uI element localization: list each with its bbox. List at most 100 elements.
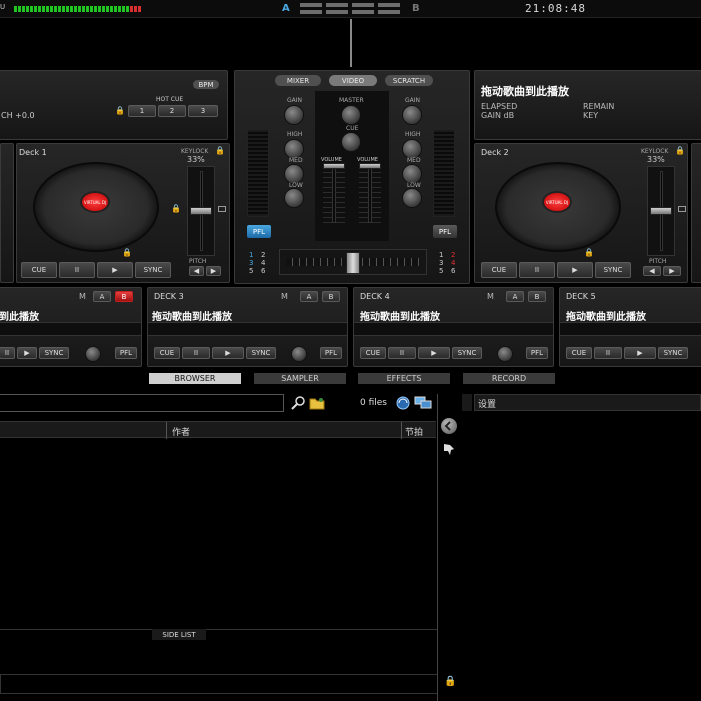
mini-deck-0-sync-button[interactable]: SYNC — [39, 347, 69, 359]
crossfader-knob[interactable] — [346, 252, 360, 274]
mini-deck-4-b-button[interactable]: B — [528, 291, 546, 302]
mini-deck-0-m[interactable]: M — [79, 292, 86, 301]
deck-select-right[interactable]: 12 34 56 — [439, 251, 463, 275]
waveform-area[interactable] — [0, 19, 701, 67]
pfl-right-button[interactable]: PFL — [433, 225, 457, 238]
deck-num-left-4[interactable]: 4 — [261, 259, 273, 267]
pitch-down-button-right[interactable]: ◀ — [643, 266, 661, 276]
search-input[interactable] — [0, 394, 284, 412]
sync-refresh-icon[interactable] — [395, 395, 411, 411]
hot-cue-3[interactable]: 3 — [188, 105, 218, 117]
pitch-slider-track[interactable] — [187, 166, 215, 256]
master-knob[interactable] — [341, 105, 361, 125]
deck-1-sync-button[interactable]: SYNC — [135, 262, 171, 278]
mini-deck-0-a-button[interactable]: A — [93, 291, 111, 302]
deck-2-cue-button[interactable]: CUE — [481, 262, 517, 278]
folder-icon[interactable] — [309, 396, 325, 410]
pitch-slider-knob-right[interactable] — [650, 207, 672, 215]
browser-lock-icon[interactable]: 🔒 — [444, 676, 456, 687]
mini-deck-4-pause-button[interactable]: II — [388, 347, 416, 359]
hot-cue-2[interactable]: 2 — [158, 105, 186, 117]
deck-num-right-6[interactable]: 6 — [451, 267, 463, 275]
mini-deck-0-play-button[interactable]: ▶ — [17, 347, 37, 359]
keylock-lock-icon[interactable]: 🔒 — [215, 146, 225, 155]
mini-deck-4-pfl-button[interactable]: PFL — [526, 347, 548, 359]
mini-deck-4-knob[interactable] — [497, 346, 513, 362]
deck-num-left-1[interactable]: 1 — [249, 251, 261, 259]
deck-num-right-4[interactable]: 4 — [451, 259, 463, 267]
deck-1-lock-icon[interactable]: 🔒 — [122, 248, 132, 257]
tab-mixer[interactable]: MIXER — [275, 75, 321, 86]
cue-mix-knob[interactable] — [341, 132, 361, 152]
pitch-up-button-right[interactable]: ▶ — [663, 266, 681, 276]
pitch-reset-icon[interactable] — [218, 206, 226, 212]
mini-deck-5-play-button[interactable]: ▶ — [624, 347, 656, 359]
mini-deck-0-b-button[interactable]: B — [115, 291, 133, 302]
deck-num-left-6[interactable]: 6 — [261, 267, 273, 275]
pitch-slider-knob[interactable] — [190, 207, 212, 215]
mini-deck-5-waveform[interactable] — [560, 322, 701, 336]
mini-deck-3-m[interactable]: M — [281, 292, 288, 301]
low-left-knob[interactable] — [284, 188, 304, 208]
pfl-left-button[interactable]: PFL — [247, 225, 271, 238]
hot-cue-1[interactable]: 1 — [128, 105, 156, 117]
mini-deck-4-m[interactable]: M — [487, 292, 494, 301]
mini-deck-3-knob[interactable] — [291, 346, 307, 362]
deck-num-right-2[interactable]: 2 — [451, 251, 463, 259]
mini-deck-3-a-button[interactable]: A — [300, 291, 318, 302]
side-list[interactable] — [0, 640, 436, 674]
volume-left-knob[interactable] — [323, 163, 345, 169]
volume-right-knob[interactable] — [359, 163, 381, 169]
deck-2-play-button[interactable]: ▶ — [557, 262, 593, 278]
pitch-down-button[interactable]: ◀ — [189, 266, 204, 276]
pitch-lock-icon[interactable]: 🔒 — [171, 204, 181, 213]
side-list-tab[interactable]: SIDE LIST — [152, 629, 206, 640]
high-left-knob[interactable] — [284, 139, 304, 159]
tab-scratch[interactable]: SCRATCH — [385, 75, 433, 86]
tab-record[interactable]: RECORD — [463, 373, 555, 384]
search-icon[interactable] — [290, 395, 306, 411]
mini-deck-4-sync-button[interactable]: SYNC — [452, 347, 482, 359]
bpm-button[interactable]: BPM — [193, 80, 219, 89]
pitch-slider-track-right[interactable] — [647, 166, 675, 256]
mini-deck-4-a-button[interactable]: A — [506, 291, 524, 302]
file-list[interactable] — [0, 439, 436, 629]
column-bpm[interactable]: 节拍 — [405, 425, 423, 438]
volume-left-fader[interactable] — [323, 163, 345, 223]
deck-select-left[interactable]: 12 34 56 — [249, 251, 273, 275]
mini-deck-0-pfl-button[interactable]: PFL — [115, 347, 137, 359]
mini-deck-3-waveform[interactable] — [148, 322, 347, 336]
mini-deck-0-pause-button[interactable]: II — [0, 347, 15, 359]
gain-right-knob[interactable] — [402, 105, 422, 125]
settings-label[interactable]: 设置 — [478, 397, 496, 410]
deck-2-sync-button[interactable]: SYNC — [595, 262, 631, 278]
deck-1-pause-button[interactable]: II — [59, 262, 95, 278]
keylock-lock-icon-right[interactable]: 🔒 — [675, 146, 685, 155]
mini-deck-3-pause-button[interactable]: II — [182, 347, 210, 359]
deck-num-right-3[interactable]: 3 — [439, 259, 451, 267]
mini-deck-4-waveform[interactable] — [354, 322, 553, 336]
mini-deck-0-waveform[interactable] — [0, 322, 141, 336]
med-right-knob[interactable] — [402, 164, 422, 184]
mini-deck-5-pause-button[interactable]: II — [594, 347, 622, 359]
tab-sampler[interactable]: SAMPLER — [254, 373, 346, 384]
mini-deck-4-play-button[interactable]: ▶ — [418, 347, 450, 359]
column-artist[interactable]: 作者 — [172, 425, 190, 438]
deck-1-cue-button[interactable]: CUE — [21, 262, 57, 278]
mini-deck-3-play-button[interactable]: ▶ — [212, 347, 244, 359]
network-icon[interactable] — [414, 396, 432, 410]
mini-deck-3-pfl-button[interactable]: PFL — [320, 347, 342, 359]
deck-num-left-5[interactable]: 5 — [249, 267, 261, 275]
tab-video[interactable]: VIDEO — [329, 75, 377, 86]
deck-1-play-button[interactable]: ▶ — [97, 262, 133, 278]
crossfader[interactable] — [279, 249, 427, 275]
pitch-up-button[interactable]: ▶ — [206, 266, 221, 276]
tab-effects[interactable]: EFFECTS — [358, 373, 450, 384]
tab-browser[interactable]: BROWSER — [149, 373, 241, 384]
deck-num-right-5[interactable]: 5 — [439, 267, 451, 275]
back-icon[interactable] — [441, 418, 457, 434]
mini-deck-0-knob[interactable] — [85, 346, 101, 362]
deck-num-left-3[interactable]: 3 — [249, 259, 261, 267]
high-right-knob[interactable] — [402, 139, 422, 159]
mini-deck-3-sync-button[interactable]: SYNC — [246, 347, 276, 359]
